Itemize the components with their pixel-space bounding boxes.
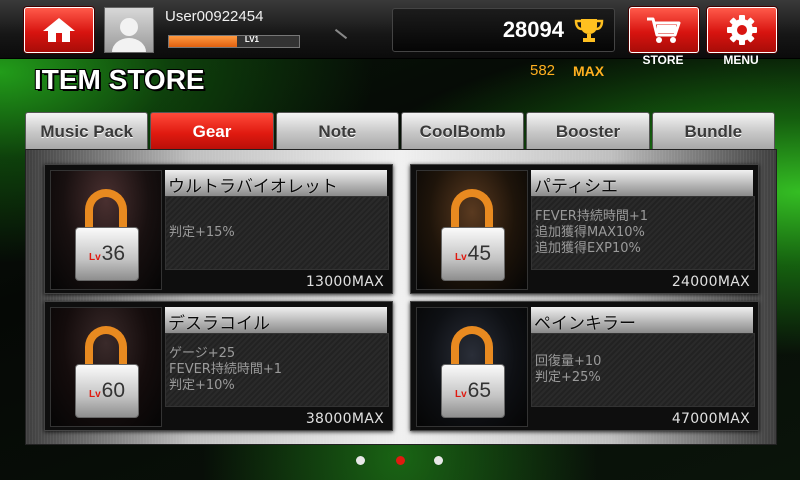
item-price: 13000MAX [305, 274, 384, 290]
score-box: 28094 [392, 8, 615, 52]
cart-icon [647, 17, 681, 43]
item-price: 47000MAX [671, 411, 750, 427]
item-card[interactable]: Lv 45 パティシエ FEVER持続時間+1 追加獲得MAX10% 追加獲得E… [410, 164, 759, 294]
item-effect: 回復量+10 [535, 354, 602, 369]
home-button[interactable] [24, 7, 94, 53]
item-effect: 判定+10% [169, 378, 235, 393]
item-price: 38000MAX [305, 411, 384, 427]
item-effect: FEVER持続時間+1 [535, 209, 648, 224]
lock-level: 65 [467, 379, 492, 402]
item-card[interactable]: Lv 65 ペインキラー 回復量+10 判定+25% 47000MAX [410, 301, 759, 431]
tab-music-pack[interactable]: Music Pack [25, 112, 149, 151]
item-price: 24000MAX [671, 274, 750, 290]
lock-level-prefix: Lv [88, 251, 101, 263]
lock-icon: Lv 45 [441, 189, 505, 281]
item-effect: FEVER持続時間+1 [169, 362, 282, 377]
score-value: 28094 [502, 17, 564, 42]
item-effect: 判定+15% [169, 225, 235, 240]
tab-coolbomb[interactable]: CoolBomb [400, 112, 525, 151]
item-effect: 判定+25% [535, 370, 601, 385]
item-description: FEVER持続時間+1 追加獲得MAX10% 追加獲得EXP10% [531, 196, 755, 270]
max-label: MAX [573, 63, 605, 79]
item-name-bar: ウルトラバイオレット [165, 170, 387, 197]
item-name-bar: パティシエ [531, 170, 753, 197]
xp-bar-fill [169, 36, 237, 47]
tab-booster[interactable]: Booster [526, 112, 650, 151]
item-thumbnail: Lv 36 [50, 170, 162, 290]
page-title: ITEM STORE [34, 64, 205, 95]
item-effect: ゲージ+25 [169, 346, 236, 361]
item-thumbnail: Lv 60 [50, 307, 162, 427]
menu-caption: MENU [723, 53, 759, 67]
category-tabs: Music Pack Gear Note CoolBomb Booster Bu… [25, 112, 775, 151]
menu-button[interactable] [707, 7, 777, 53]
store-caption: STORE [642, 53, 684, 67]
lock-level: 60 [101, 379, 126, 402]
lock-icon: Lv 60 [75, 326, 139, 418]
tab-bundle[interactable]: Bundle [651, 112, 775, 151]
item-panel: Lv 36 ウルトラバイオレット 判定+15% 13000MAX Lv 45 パ… [25, 149, 777, 445]
item-description: 判定+15% [165, 196, 389, 270]
item-description: ゲージ+25 FEVER持続時間+1 判定+10% [165, 333, 389, 407]
lock-icon: Lv 65 [441, 326, 505, 418]
lock-level-prefix: Lv [454, 251, 467, 263]
gear-icon [727, 15, 757, 45]
page-dot[interactable] [356, 456, 365, 465]
home-icon [43, 18, 75, 42]
user-silhouette-icon [112, 18, 146, 52]
item-effect: 追加獲得EXP10% [535, 241, 641, 256]
item-thumbnail: Lv 65 [416, 307, 528, 427]
avatar[interactable] [104, 7, 154, 53]
trophy-icon [574, 19, 604, 42]
item-card[interactable]: Lv 36 ウルトラバイオレット 判定+15% 13000MAX [44, 164, 393, 294]
page-dot[interactable] [434, 456, 443, 465]
tab-gear[interactable]: Gear [150, 112, 274, 151]
lock-level-prefix: Lv [88, 388, 101, 400]
item-name: パティシエ [534, 177, 618, 197]
item-effect: 追加獲得MAX10% [535, 225, 645, 240]
tab-note[interactable]: Note [275, 112, 399, 151]
xp-bar: LV1 [168, 35, 300, 48]
item-name: ウルトラバイオレット [168, 177, 338, 197]
item-name: ペインキラー [534, 314, 636, 334]
username: User00922454 [165, 8, 264, 25]
item-name: デスラコイル [168, 314, 270, 334]
item-name-bar: デスラコイル [165, 307, 387, 334]
lock-level: 36 [101, 242, 126, 265]
page-dot[interactable] [396, 456, 405, 465]
item-description: 回復量+10 判定+25% [531, 333, 755, 407]
item-card[interactable]: Lv 60 デスラコイル ゲージ+25 FEVER持続時間+1 判定+10% 3… [44, 301, 393, 431]
store-button[interactable] [629, 7, 699, 53]
page-indicator [356, 456, 446, 466]
item-name-bar: ペインキラー [531, 307, 753, 334]
level-tag: LV1 [244, 35, 259, 44]
max-count: 582 [530, 62, 556, 79]
lock-level-prefix: Lv [454, 388, 467, 400]
lock-level: 45 [467, 242, 492, 265]
lock-icon: Lv 36 [75, 189, 139, 281]
item-thumbnail: Lv 45 [416, 170, 528, 290]
